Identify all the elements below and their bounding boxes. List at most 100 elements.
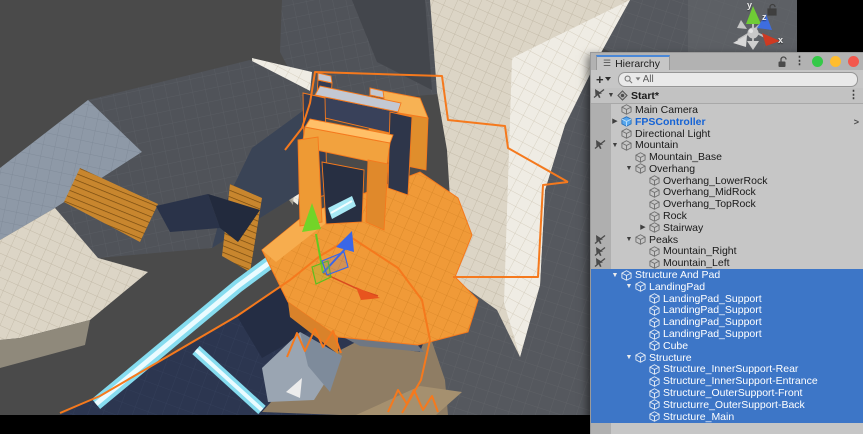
unity-editor-window: { "window": { "traffic_lights": [ {"name…: [0, 0, 863, 434]
tree-item[interactable]: ▶ Stairway: [591, 222, 863, 234]
hierarchy-toolbar: +: [591, 70, 863, 88]
tree-item-label: Mountain_Base: [648, 151, 722, 163]
scene-menu-icon[interactable]: ⋮: [848, 90, 859, 101]
tree-item[interactable]: Mountain_Right: [591, 246, 863, 258]
search-field[interactable]: [618, 72, 858, 87]
pick-toggle-icon[interactable]: [593, 88, 606, 99]
expander-icon[interactable]: ▼: [605, 92, 617, 99]
gameobject-cube-icon: [649, 246, 662, 257]
tree-item-label: Cube: [662, 340, 688, 352]
gameobject-cube-icon: [649, 329, 662, 340]
tree-item[interactable]: Mountain_Base: [591, 151, 863, 163]
window-button-yellow[interactable]: [830, 56, 841, 67]
tree-item[interactable]: LandingPad_Support: [591, 293, 863, 305]
scene-asset-icon: [617, 90, 630, 102]
tree-item[interactable]: Structure_Main: [591, 411, 863, 423]
tree-item-label: LandingPad: [648, 281, 705, 293]
gameobject-cube-icon: [649, 376, 662, 387]
scene-name: Start*: [630, 90, 659, 102]
tree-item-label: Mountain: [634, 139, 678, 151]
gameobject-cube-icon: [649, 293, 662, 304]
tree-item[interactable]: Cube: [591, 340, 863, 352]
tree-item-label: LandingPad_Support: [662, 328, 762, 340]
tree-item[interactable]: Structurre_OuterSupport-Back: [591, 399, 863, 411]
tree-item-label: Overhang_TopRock: [662, 198, 756, 210]
tree-item[interactable]: ▼Peaks: [591, 234, 863, 246]
tree-item-label: Main Camera: [634, 104, 698, 116]
gameobject-cube-icon: [621, 270, 634, 281]
tree-item[interactable]: ▼ LandingPad: [591, 281, 863, 293]
gameobject-cube-icon: [635, 281, 648, 292]
tree-item[interactable]: Rock: [591, 210, 863, 222]
tree-item[interactable]: Overhang_TopRock: [591, 198, 863, 210]
tree-item-label: Overhang_LowerRock: [662, 175, 767, 187]
tree-item[interactable]: ▶ FPSController >: [591, 116, 863, 128]
tab-hierarchy[interactable]: ☰ Hierarchy: [596, 55, 670, 70]
tree-item-label: Structure: [648, 352, 692, 364]
expander-icon[interactable]: ▼: [609, 142, 621, 149]
tree-item[interactable]: LandingPad_Support: [591, 328, 863, 340]
lock-icon[interactable]: [777, 56, 787, 68]
search-input[interactable]: [643, 74, 852, 85]
tree-item[interactable]: ▼Structure And Pad: [591, 269, 863, 281]
gameobject-cube-icon: [649, 222, 662, 233]
gameobject-cube-icon: [649, 364, 662, 375]
tree-item-label: Mountain_Right: [662, 245, 737, 257]
expander-icon[interactable]: ▶: [609, 118, 621, 125]
expander-icon[interactable]: ▼: [623, 354, 635, 361]
pick-toggle-icon[interactable]: [594, 246, 607, 257]
expander-icon[interactable]: ▼: [623, 283, 635, 290]
window-button-green[interactable]: [812, 56, 823, 67]
gameobject-cube-icon: [649, 199, 662, 210]
tree-item[interactable]: LandingPad_Support: [591, 305, 863, 317]
tree-item-label: Overhang: [648, 163, 695, 175]
gameobject-cube-icon: [649, 258, 662, 269]
gameobject-cube-icon: [649, 175, 662, 186]
hierarchy-panel: ☰ Hierarchy ⋮ +: [590, 52, 863, 434]
tree-item-label: Structure_Main: [662, 411, 734, 423]
tree-item[interactable]: LandingPad_Support: [591, 316, 863, 328]
pick-toggle-icon[interactable]: [594, 139, 607, 150]
hierarchy-tree: Main Camera ▶ FPSController > Directional Li…: [591, 104, 863, 434]
tree-item-label: Overhang_MidRock: [662, 186, 756, 198]
gameobject-cube-icon: [635, 352, 648, 363]
tree-item[interactable]: Structure_InnerSupport-Rear: [591, 364, 863, 376]
tree-item[interactable]: Overhang_LowerRock: [591, 175, 863, 187]
panel-menu-icon[interactable]: ⋮: [794, 56, 805, 67]
search-filter-arrow-icon[interactable]: [635, 77, 640, 80]
tree-item[interactable]: ▼ Structure: [591, 352, 863, 364]
tree-item[interactable]: Overhang_MidRock: [591, 187, 863, 199]
gameobject-cube-icon: [635, 163, 648, 174]
tree-item[interactable]: Structure_OuterSupport-Front: [591, 387, 863, 399]
tree-item[interactable]: ▼ Overhang: [591, 163, 863, 175]
tree-item-label: LandingPad_Support: [662, 293, 762, 305]
tree-item[interactable]: Mountain_Left: [591, 257, 863, 269]
hierarchy-tabbar: ☰ Hierarchy ⋮: [591, 53, 863, 70]
tree-item[interactable]: ▼ Mountain: [591, 139, 863, 151]
create-button-label: +: [596, 72, 604, 87]
tree-item-label: Structure_InnerSupport-Rear: [662, 363, 798, 375]
tree-item-label: Directional Light: [634, 128, 710, 140]
expander-icon[interactable]: ▶: [637, 224, 649, 231]
tree-item[interactable]: Structure_InnerSupport-Entrance: [591, 375, 863, 387]
tree-item[interactable]: Main Camera: [591, 104, 863, 116]
window-button-red[interactable]: [848, 56, 859, 67]
tree-item-label: FPSController: [634, 116, 706, 128]
prefab-chevron-icon[interactable]: >: [854, 117, 859, 127]
gameobject-cube-icon: [649, 411, 662, 422]
scene-header-row[interactable]: ▼ Start* ⋮: [591, 88, 863, 104]
pick-toggle-icon[interactable]: [594, 234, 607, 245]
gameobject-cube-icon: [621, 104, 634, 115]
tab-label: Hierarchy: [615, 58, 660, 70]
tree-item[interactable]: Directional Light: [591, 128, 863, 140]
tree-item-label: LandingPad_Support: [662, 304, 762, 316]
create-button[interactable]: +: [596, 72, 611, 87]
tree-item-label: Stairway: [662, 222, 703, 234]
tree-item-label: Mountain_Left: [662, 257, 730, 269]
expander-icon[interactable]: ▼: [609, 272, 621, 279]
pick-toggle-icon[interactable]: [594, 257, 607, 268]
gameobject-cube-icon: [649, 388, 662, 399]
expander-icon[interactable]: ▼: [623, 236, 635, 243]
gameobject-cube-icon: [649, 317, 662, 328]
expander-icon[interactable]: ▼: [623, 165, 635, 172]
